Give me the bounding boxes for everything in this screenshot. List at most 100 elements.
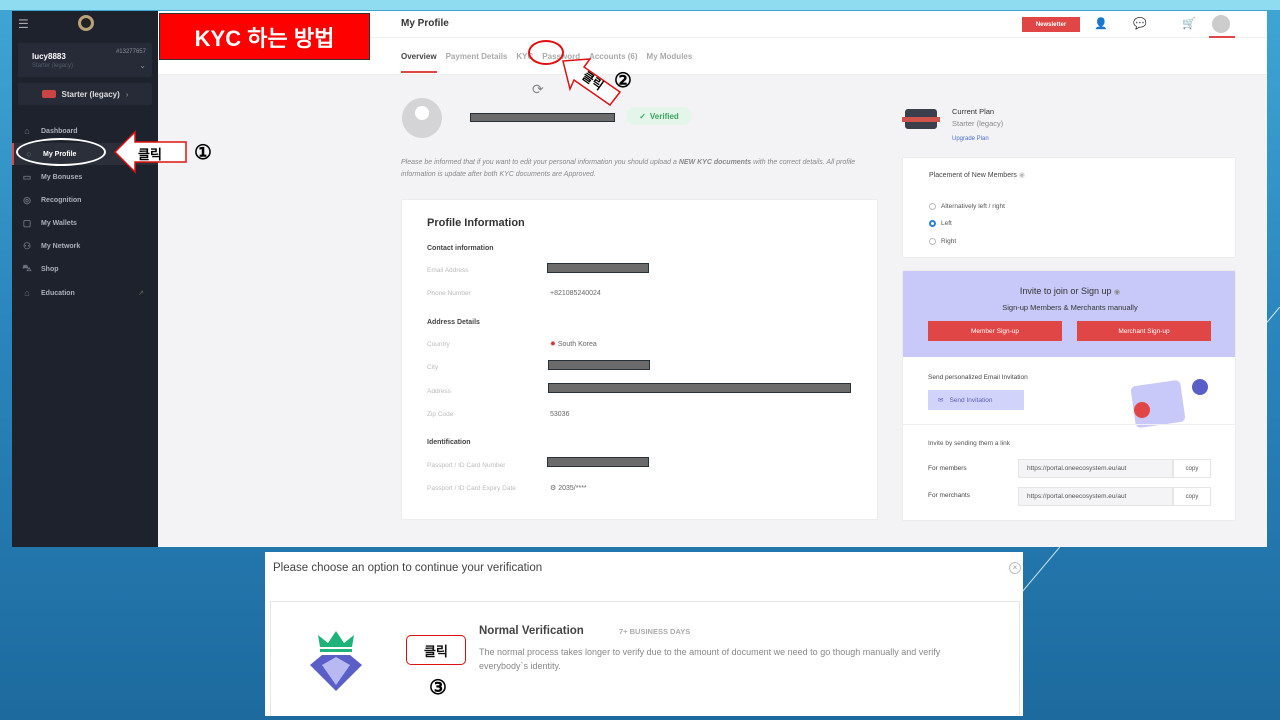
- help-icon[interactable]: ◉: [1019, 172, 1025, 179]
- merchant-signup-button[interactable]: Merchant Sign-up: [1077, 321, 1211, 341]
- copy-merchants-link-button[interactable]: copy: [1173, 487, 1211, 506]
- plan-button[interactable]: Starter (legacy) ›: [18, 83, 152, 105]
- tab-overview[interactable]: Overview: [401, 52, 437, 73]
- divider: [903, 424, 1235, 425]
- username: lucy8883: [32, 52, 66, 61]
- newsletter-button[interactable]: Newsletter: [1022, 17, 1080, 32]
- highlight-ellipse: [528, 40, 564, 65]
- dialog-title: Please choose an option to continue your…: [273, 562, 543, 574]
- sidebar-item-label: Shop: [41, 265, 59, 273]
- radio-right[interactable]: Right: [929, 238, 956, 245]
- radio-left[interactable]: Left: [929, 220, 952, 227]
- invite-subtitle: Sign-up Members & Merchants manually: [1002, 303, 1138, 312]
- check-circle-icon: ✓: [639, 111, 646, 121]
- notice-bold: NEW KYC documents: [678, 159, 752, 166]
- merchants-label: For merchants: [928, 492, 970, 499]
- radio-label: Alternatively left / right: [941, 203, 1005, 210]
- step-number: ①: [194, 142, 212, 164]
- avatar[interactable]: [1212, 15, 1230, 33]
- redacted-address: [548, 383, 851, 393]
- copy-members-link-button[interactable]: copy: [1173, 459, 1211, 478]
- plan-badge-icon: [41, 90, 56, 98]
- member-signup-button[interactable]: Member Sign-up: [928, 321, 1062, 341]
- active-indicator: [1209, 36, 1235, 38]
- current-plan-value: Starter (legacy): [952, 119, 1004, 128]
- invite-title: Invite to join or Sign up ◉: [903, 286, 1235, 296]
- profile-avatar: [402, 98, 442, 138]
- normal-verification-option[interactable]: 클릭 ③ Normal Verification 7+ BUSINESS DAY…: [270, 601, 1020, 716]
- redacted-city: [548, 360, 650, 370]
- star-icon: ◎: [23, 194, 31, 205]
- expiry-value: ⚙ 2035/****: [550, 484, 587, 492]
- merchants-link-input[interactable]: https://portal.oneecosystem.eu/aut: [1018, 487, 1173, 506]
- upgrade-plan-link[interactable]: Upgrade Plan: [952, 136, 1003, 142]
- field-label: Phone Number: [427, 290, 471, 297]
- email-invite-heading: Send personalized Email Invitation: [928, 374, 1028, 381]
- sidebar-item-education[interactable]: ⌂ Education ↗: [12, 282, 158, 304]
- sidebar-item-my-network[interactable]: ⚇ My Network: [12, 235, 158, 257]
- user-plan: Starter (legacy): [32, 63, 74, 69]
- sidebar-item-label: Dashboard: [41, 127, 78, 135]
- highlight-ellipse: [16, 138, 106, 166]
- redacted-email: [547, 263, 649, 273]
- step-number: ②: [614, 70, 632, 92]
- phone-value: +821085240024: [550, 290, 601, 297]
- radio-label: Right: [941, 238, 957, 245]
- plan-shield-icon: [902, 109, 940, 129]
- section-heading: Identification: [427, 439, 471, 446]
- diamond-crown-icon: [310, 631, 362, 691]
- link-heading: Invite by sending them a link: [928, 440, 1011, 447]
- sidebar: ☰ lucy8883 Starter (legacy) #13277657 ⌄ …: [12, 11, 158, 547]
- country-value: ✹ South Korea: [550, 340, 597, 348]
- radio-label: Left: [941, 220, 952, 227]
- rotate-handle-icon: ⟳: [532, 81, 544, 97]
- cart-icon: ⛍: [22, 263, 32, 273]
- add-user-icon[interactable]: 👤: [1094, 17, 1108, 30]
- menu-icon[interactable]: ☰: [18, 17, 29, 31]
- page-title: My Profile: [401, 18, 449, 29]
- sidebar-item-recognition[interactable]: ◎ Recognition: [12, 189, 158, 211]
- sidebar-item-shop[interactable]: ⛍ Shop: [12, 258, 158, 280]
- current-plan-label: Current Plan: [952, 107, 995, 116]
- network-icon: ⚇: [22, 240, 32, 251]
- slide-title: KYC 하는 방법: [159, 13, 370, 60]
- invite-header: Invite to join or Sign up ◉ Sign-up Memb…: [903, 271, 1235, 357]
- invite-title-text: Invite to join or Sign up: [1019, 286, 1112, 296]
- send-invitation-label: Send Invitation: [949, 396, 993, 404]
- field-label: City: [427, 364, 439, 371]
- decor-line: [1020, 546, 1061, 594]
- members-link-input[interactable]: https://portal.oneecosystem.eu/aut: [1018, 459, 1173, 478]
- members-label: For members: [928, 465, 967, 472]
- radio-alternatively[interactable]: Alternatively left / right: [929, 203, 1005, 210]
- tab-payment-details[interactable]: Payment Details: [446, 52, 508, 73]
- current-plan: Current Plan Starter (legacy) Upgrade Pl…: [952, 107, 1003, 142]
- section-heading: Address Details: [427, 319, 480, 326]
- step-number: ③: [429, 677, 447, 699]
- chevron-right-icon: ›: [125, 89, 129, 99]
- mail-icon: ✉: [938, 397, 944, 404]
- send-invitation-button[interactable]: ✉ Send Invitation: [928, 390, 1024, 410]
- logo-icon: [78, 15, 94, 31]
- notice-text: Please be informed that if you want to e…: [401, 159, 679, 166]
- chat-icon[interactable]: 💬: [1133, 17, 1147, 30]
- app-screenshot: ☰ lucy8883 Starter (legacy) #13277657 ⌄ …: [12, 11, 1267, 547]
- redacted-passport: [547, 457, 649, 467]
- field-label: Email Address: [427, 267, 469, 274]
- status-label: Verified: [649, 111, 679, 121]
- verified-badge: ✓ Verified: [626, 107, 692, 125]
- help-icon[interactable]: ◉: [1114, 289, 1120, 296]
- close-icon[interactable]: ×: [1009, 562, 1021, 574]
- sidebar-item-label: My Bonuses: [41, 173, 83, 181]
- education-icon: ⌂: [24, 288, 30, 298]
- profile-information-card: Profile Information Contact information …: [401, 199, 878, 520]
- kyc-notice: Please be informed that if you want to e…: [401, 157, 881, 181]
- account-switcher[interactable]: lucy8883 Starter (legacy) #13277657 ⌄: [18, 43, 152, 77]
- option-description: The normal process takes longer to verif…: [479, 647, 941, 671]
- field-label: Passport / ID Card Expiry Date: [427, 485, 516, 492]
- sidebar-item-label: Education: [41, 289, 75, 297]
- sidebar-item-my-wallets[interactable]: ▢ My Wallets: [12, 212, 158, 234]
- calendar-icon: ⚙: [550, 485, 557, 492]
- card-title: Profile Information: [427, 217, 525, 229]
- tab-my-modules[interactable]: My Modules: [647, 52, 693, 73]
- cart-icon[interactable]: 🛒: [1182, 17, 1196, 30]
